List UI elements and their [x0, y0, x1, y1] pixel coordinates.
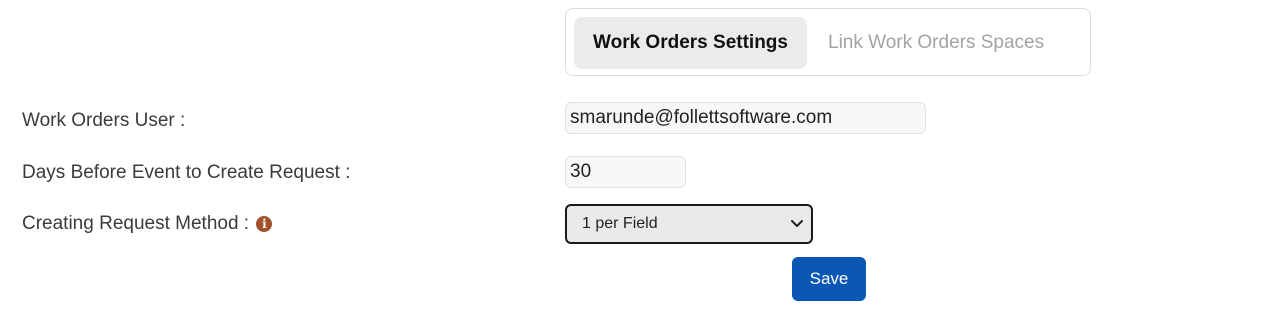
creating-request-method-text: Creating Request Method :: [22, 213, 250, 234]
chevron-down-icon: [791, 220, 803, 227]
creating-request-method-select[interactable]: 1 per Field: [565, 204, 813, 244]
select-selected-value: 1 per Field: [582, 215, 658, 232]
settings-tabs: Work Orders Settings Link Work Orders Sp…: [565, 8, 1091, 76]
tab-work-orders-settings[interactable]: Work Orders Settings: [574, 17, 807, 69]
days-before-event-input[interactable]: [565, 156, 686, 188]
work-orders-user-input[interactable]: [565, 102, 926, 134]
work-orders-settings-page: Work Orders Settings Link Work Orders Sp…: [0, 0, 1261, 330]
creating-request-method-label: Creating Request Method : i: [22, 213, 273, 235]
info-circle-icon[interactable]: i: [256, 216, 273, 232]
tab-link-work-orders-spaces[interactable]: Link Work Orders Spaces: [828, 17, 1044, 69]
days-before-event-label: Days Before Event to Create Request :: [22, 162, 351, 183]
work-orders-user-label: Work Orders User :: [22, 110, 186, 131]
save-button[interactable]: Save: [792, 257, 866, 301]
